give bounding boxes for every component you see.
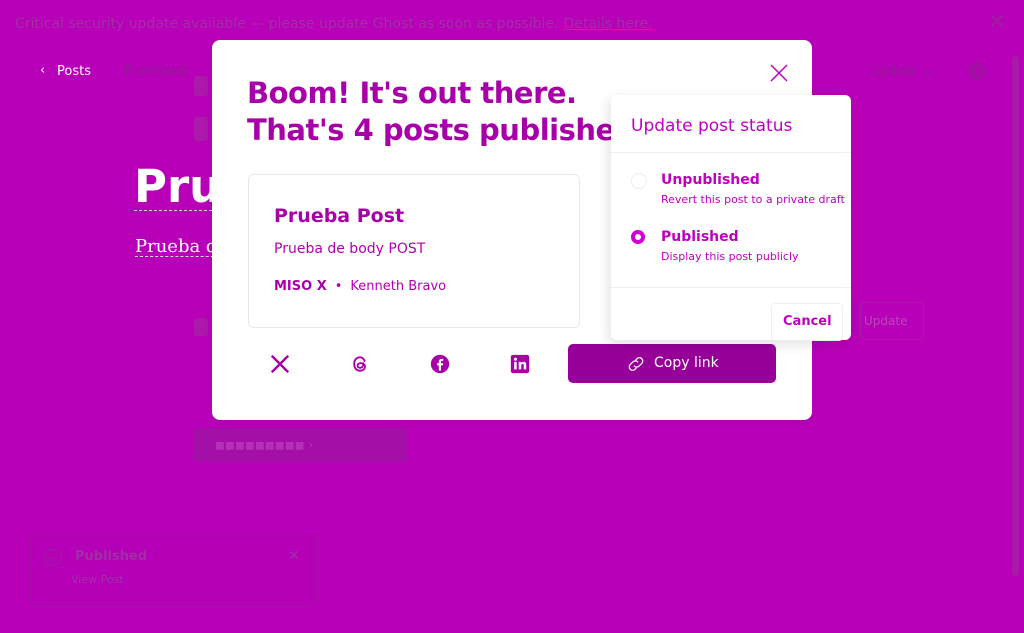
update-dropdown-button[interactable]: Update ⌄ [870,64,932,79]
modal-headline: Boom! It's out there. That's 4 posts pub… [247,75,646,149]
editor-placeholder-block [194,76,208,96]
toast-title: Published [75,549,148,564]
radio-unpublished[interactable] [631,173,647,189]
cancel-button[interactable]: Cancel [783,314,832,329]
divider [611,152,851,153]
card-publication: MISO X [274,279,327,294]
post-preview-card[interactable]: Prueba Post Prueba de body POST MISO X • K… [248,174,580,328]
option-published-label[interactable]: Published [661,229,739,245]
card-post-title: Prueba Post [274,205,405,227]
banner-message: Critical security update available — ple… [15,16,652,32]
option-unpublished-description: Revert this post to a private draft [661,193,845,206]
x-icon[interactable] [269,353,291,375]
update-status-popover: Update post status Unpublished Revert th… [611,95,851,341]
close-icon[interactable] [770,64,788,82]
update-status-label: Update [864,314,908,328]
close-icon[interactable]: ✕ [288,548,300,564]
facebook-icon[interactable] [430,354,450,374]
check-circle-icon [44,549,62,567]
option-unpublished-label[interactable]: Unpublished [661,172,760,188]
chevron-down-icon: ⌄ [921,64,933,79]
card-author: Kenneth Bravo [350,279,447,294]
post-status-label: Published [124,64,187,79]
headline-line-1: Boom! It's out there. [247,76,577,110]
back-to-posts-link[interactable]: Posts [57,64,91,79]
view-post-link[interactable]: View Post [71,573,124,586]
published-toast: Published View Post ✕ [30,534,317,606]
close-icon[interactable]: ✕ [988,12,1006,34]
editor-card-button[interactable]: ◼◼◼◼◼◼◼◼◼ › [193,428,408,462]
settings-gear-icon[interactable] [966,60,988,82]
separator-dot: • [334,279,343,294]
radio-published[interactable] [631,230,645,244]
card-post-meta: MISO X • Kenneth Bravo [274,279,446,294]
chevron-left-icon[interactable]: ‹ [40,63,45,78]
banner-text: Critical security update available — ple… [15,16,559,32]
card-post-excerpt: Prueba de body POST [274,241,426,257]
update-dropdown-label: Update [870,64,918,79]
divider [611,287,851,288]
banner-details-link[interactable]: Details here. [563,16,652,32]
update-status-button[interactable]: Update [860,302,924,340]
linkedin-icon[interactable] [510,354,530,374]
editor-placeholder-block [194,318,208,336]
link-icon [628,357,644,371]
threads-icon[interactable] [350,354,370,374]
popover-title: Update post status [631,116,793,136]
option-published-description: Display this post publicly [661,250,799,263]
copy-link-button[interactable]: Copy link [568,344,776,383]
scrollbar[interactable] [1012,56,1019,576]
editor-placeholder-block [194,117,208,141]
copy-link-label: Copy link [654,355,719,371]
headline-line-2: That's 4 posts published. [247,113,646,147]
